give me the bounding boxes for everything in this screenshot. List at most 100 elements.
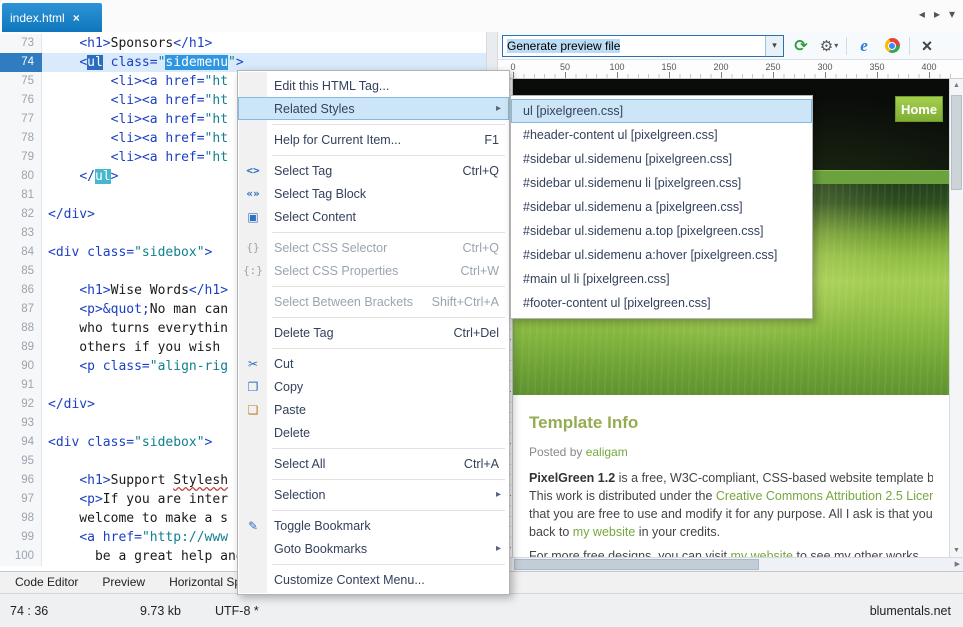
line-number[interactable]: 99 — [0, 528, 42, 547]
template-paragraph: PixelGreen 1.2 is a free, W3C-compliant,… — [529, 469, 933, 541]
code-line[interactable]: 73 <h1>Sponsors</h1> — [0, 34, 486, 53]
menu-item-goto-bookmarks[interactable]: Goto Bookmarks▸ — [238, 537, 509, 560]
line-number[interactable]: 76 — [0, 91, 42, 110]
menu-item-selection[interactable]: Selection▸ — [238, 483, 509, 506]
paragraph-line: For more free designs, you can visit my … — [529, 547, 933, 557]
code-text[interactable]: <h1>Sponsors</h1> — [42, 34, 486, 53]
ruler-tick: 400 — [929, 72, 930, 78]
paragraph-line: back to my website in your credits. — [529, 523, 933, 541]
tab-close-icon[interactable]: × — [73, 11, 80, 25]
ruler-tick: 350 — [877, 72, 878, 78]
submenu-item-ul-pixelgreen-css[interactable]: ul [pixelgreen.css] — [511, 99, 812, 123]
author-link[interactable]: ealigam — [586, 445, 628, 459]
document-tab-index-html[interactable]: index.html × — [2, 3, 102, 32]
menu-item-cut[interactable]: ✂Cut — [238, 352, 509, 375]
menu-item-select-tag[interactable]: <>Select TagCtrl+Q — [238, 159, 509, 182]
line-number[interactable]: 86 — [0, 281, 42, 300]
line-number[interactable]: 84 — [0, 243, 42, 262]
line-number[interactable]: 75 — [0, 72, 42, 91]
menu-item-edit-this-html-tag[interactable]: Edit this HTML Tag... — [238, 74, 509, 97]
line-number[interactable]: 74 — [0, 53, 42, 72]
more-line: For more free designs, you can visit my … — [529, 547, 933, 557]
preview-vscrollbar[interactable]: ▲ ▼ — [949, 79, 963, 557]
close-preview-button[interactable]: × — [916, 35, 938, 57]
tab-next-icon[interactable]: ▸ — [934, 7, 940, 21]
submenu-item-sidebar-ul-sidemenu-a-pixelgreen-css[interactable]: #sidebar ul.sidemenu a [pixelgreen.css] — [511, 195, 812, 219]
scroll-down-icon[interactable]: ▼ — [950, 547, 963, 554]
menu-separator — [238, 151, 509, 159]
menu-item-delete-tag[interactable]: Delete TagCtrl+Del — [238, 321, 509, 344]
line-number[interactable]: 81 — [0, 186, 42, 205]
line-number[interactable]: 97 — [0, 490, 42, 509]
line-number[interactable]: 73 — [0, 34, 42, 53]
line-number[interactable]: 95 — [0, 452, 42, 471]
submenu-item-sidebar-ul-sidemenu-a-top-pixelgreen-css[interactable]: #sidebar ul.sidemenu a.top [pixelgreen.c… — [511, 219, 812, 243]
line-number[interactable]: 78 — [0, 129, 42, 148]
refresh-icon: ⟳ — [794, 36, 807, 56]
line-number[interactable]: 91 — [0, 376, 42, 395]
line-number[interactable]: 80 — [0, 167, 42, 186]
ruler-tick: 200 — [721, 72, 722, 78]
submenu-item-header-content-ul-pixelgreen-css[interactable]: #header-content ul [pixelgreen.css] — [511, 123, 812, 147]
line-number[interactable]: 98 — [0, 509, 42, 528]
line-number[interactable]: 82 — [0, 205, 42, 224]
menu-item-select-content[interactable]: ▣Select Content — [238, 205, 509, 228]
open-in-ie-button[interactable]: e — [853, 35, 875, 57]
menu-item-select-tag-block[interactable]: «»Select Tag Block — [238, 182, 509, 205]
vscroll-thumb[interactable] — [951, 95, 962, 190]
menu-item-select-all[interactable]: Select AllCtrl+A — [238, 452, 509, 475]
submenu-item-footer-content-ul-pixelgreen-css[interactable]: #footer-content ul [pixelgreen.css] — [511, 291, 812, 315]
line-number[interactable]: 92 — [0, 395, 42, 414]
context-menu: Edit this HTML Tag...Related Styles▸ Help… — [237, 70, 510, 595]
scroll-right-icon[interactable]: ▶ — [955, 560, 960, 568]
bottom-tab-preview[interactable]: Preview — [91, 572, 156, 592]
menu-separator — [238, 120, 509, 128]
submenu-item-sidebar-ul-sidemenu-li-pixelgreen-css[interactable]: #sidebar ul.sidemenu li [pixelgreen.css] — [511, 171, 812, 195]
line-number[interactable]: 96 — [0, 471, 42, 490]
refresh-button[interactable]: ⟳ — [790, 35, 812, 57]
combo-dropdown-icon[interactable]: ▾ — [765, 36, 783, 56]
chrome-icon — [885, 38, 900, 53]
scroll-up-icon[interactable]: ▲ — [950, 82, 963, 89]
submenu-item-sidebar-ul-sidemenu-pixelgreen-css[interactable]: #sidebar ul.sidemenu [pixelgreen.css] — [511, 147, 812, 171]
menu-item-paste[interactable]: ❏Paste — [238, 398, 509, 421]
line-number[interactable]: 79 — [0, 148, 42, 167]
line-number[interactable]: 93 — [0, 414, 42, 433]
submenu-item-sidebar-ul-sidemenu-a-hover-pixelgreen-css[interactable]: #sidebar ul.sidemenu a:hover [pixelgreen… — [511, 243, 812, 267]
line-number[interactable]: 88 — [0, 319, 42, 338]
line-number[interactable]: 100 — [0, 547, 42, 566]
bottom-tab-code-editor[interactable]: Code Editor — [4, 572, 89, 592]
line-number[interactable]: 85 — [0, 262, 42, 281]
hscroll-thumb[interactable] — [514, 559, 759, 570]
line-number[interactable]: 94 — [0, 433, 42, 452]
paragraph-line: This work is distributed under the Creat… — [529, 487, 933, 505]
menu-item-delete[interactable]: Delete — [238, 421, 509, 444]
line-number[interactable]: 83 — [0, 224, 42, 243]
line-number[interactable]: 89 — [0, 338, 42, 357]
menu-item-copy[interactable]: ❐Copy — [238, 375, 509, 398]
open-in-chrome-button[interactable] — [881, 35, 903, 57]
line-number[interactable]: 87 — [0, 300, 42, 319]
menu-separator — [238, 475, 509, 483]
submenu-item-main-ul-li-pixelgreen-css[interactable]: #main ul li [pixelgreen.css] — [511, 267, 812, 291]
preview-link[interactable]: my website — [730, 549, 793, 557]
home-nav-button[interactable]: Home — [895, 96, 943, 122]
menu-separator — [238, 228, 509, 236]
menu-item-select-css-selector: {}Select CSS SelectorCtrl+Q — [238, 236, 509, 259]
brand-link[interactable]: blumentals.net — [870, 604, 951, 618]
menu-item-related-styles[interactable]: Related Styles▸ — [238, 97, 509, 120]
preview-link[interactable]: Creative Commons Attribution 2.5 License — [716, 489, 933, 503]
line-number[interactable]: 77 — [0, 110, 42, 129]
menu-item-customize-context-menu[interactable]: Customize Context Menu... — [238, 568, 509, 591]
preview-settings-button[interactable]: ⚙▾ — [818, 35, 840, 57]
preview-link[interactable]: my website — [573, 525, 636, 539]
preview-hscrollbar[interactable]: ◀ ▶ — [498, 557, 963, 571]
tab-list-icon[interactable]: ▾ — [949, 7, 955, 21]
submenu-arrow-icon: ▸ — [496, 103, 501, 114]
tab-prev-icon[interactable]: ◂ — [919, 7, 925, 21]
menu-item-help-for-current-item[interactable]: Help for Current Item...F1 — [238, 128, 509, 151]
line-number[interactable]: 90 — [0, 357, 42, 376]
ruler-tick: 250 — [773, 72, 774, 78]
menu-item-toggle-bookmark[interactable]: ✎Toggle Bookmark — [238, 514, 509, 537]
generate-preview-combo[interactable]: Generate preview file ▾ — [502, 35, 784, 57]
